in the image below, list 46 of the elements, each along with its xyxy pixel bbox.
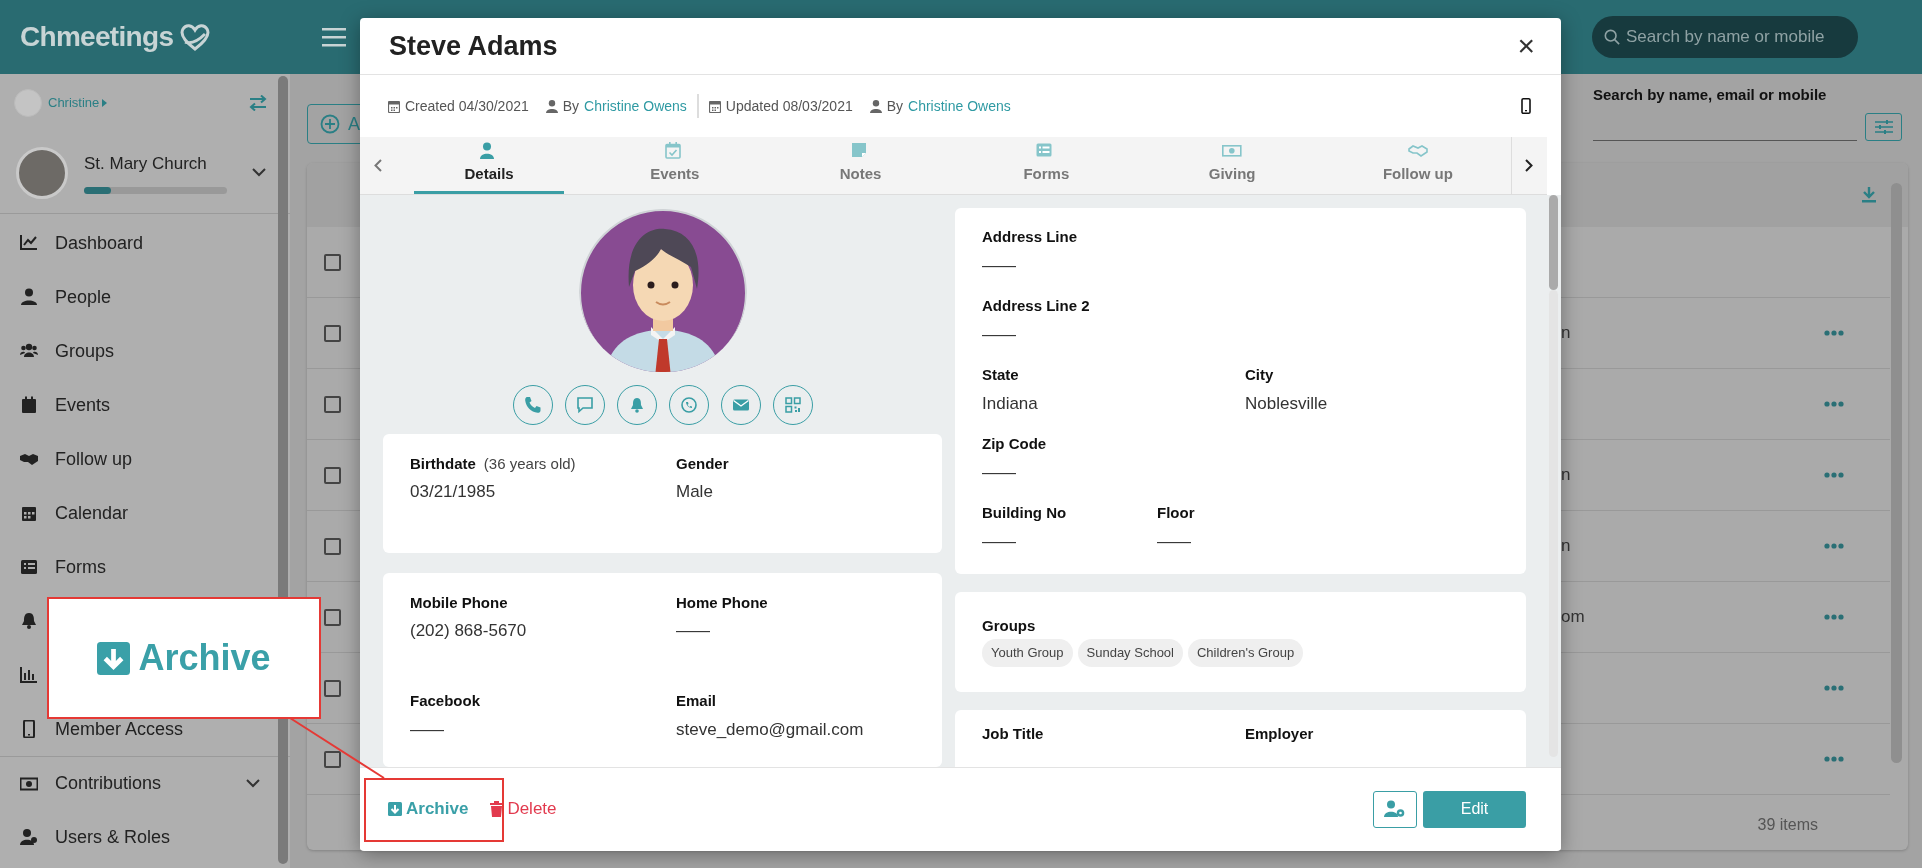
field-value: ——: [982, 254, 1017, 277]
field-label: Email: [676, 691, 717, 712]
field-value: Male: [676, 481, 714, 504]
field-value: ——: [1157, 530, 1192, 553]
field-label: Floor: [1157, 503, 1195, 523]
field-value: ——: [982, 323, 1017, 346]
field-label: Building No: [982, 503, 1067, 523]
field-label: City: [1245, 365, 1274, 385]
by-label: By: [562, 96, 580, 116]
field-label: Job Title: [982, 723, 1045, 744]
field-label: Mobile Phone: [410, 592, 508, 613]
field-value: steve_demo@gmail.com: [676, 718, 865, 741]
table-cell: om: [1561, 607, 1585, 627]
field-label: Home Phone: [676, 592, 768, 613]
field-value: Indiana: [982, 392, 1039, 415]
field-label: Gender: [676, 453, 729, 474]
field-value: ——: [982, 461, 1017, 484]
group-tag: Youth Group: [982, 639, 1073, 667]
date-text: Updated 08/03/2021: [725, 96, 853, 116]
field-label: Zip Code: [982, 434, 1047, 454]
field-value: 03/21/1985: [410, 481, 497, 504]
by-label: By: [886, 96, 904, 116]
group-tag: Children's Group: [1188, 639, 1304, 667]
dialog-title: Steve Adams: [389, 29, 558, 63]
field-value: ——: [410, 718, 445, 741]
field-label: State: [982, 365, 1019, 385]
age-note: (36 years old): [483, 453, 576, 474]
field-value: ——: [982, 530, 1017, 553]
table-cell: n: [1561, 465, 1571, 485]
field-label: Birthdate: [410, 453, 476, 474]
search-label: Search by name, email or mobile: [1593, 85, 1828, 105]
table-cell: n: [1561, 323, 1571, 343]
field-value: (202) 868-5670: [410, 620, 528, 643]
field-value: ——: [676, 620, 711, 643]
group-tag: Sunday School: [1077, 639, 1183, 667]
callout-label: Archive: [138, 636, 271, 680]
field-label: Address Line: [982, 227, 1078, 247]
item-count: 39 items: [1757, 815, 1818, 835]
table-cell: n: [1561, 536, 1571, 556]
field-label: Groups: [982, 615, 1037, 636]
logo-text: Chmeetings: [20, 20, 174, 54]
field-value: Noblesville: [1245, 392, 1329, 415]
field-label: Employer: [1245, 723, 1315, 744]
date-text: Created 04/30/2021: [405, 96, 529, 116]
field-label: Address Line 2: [982, 296, 1090, 316]
field-label: Facebook: [410, 691, 481, 712]
